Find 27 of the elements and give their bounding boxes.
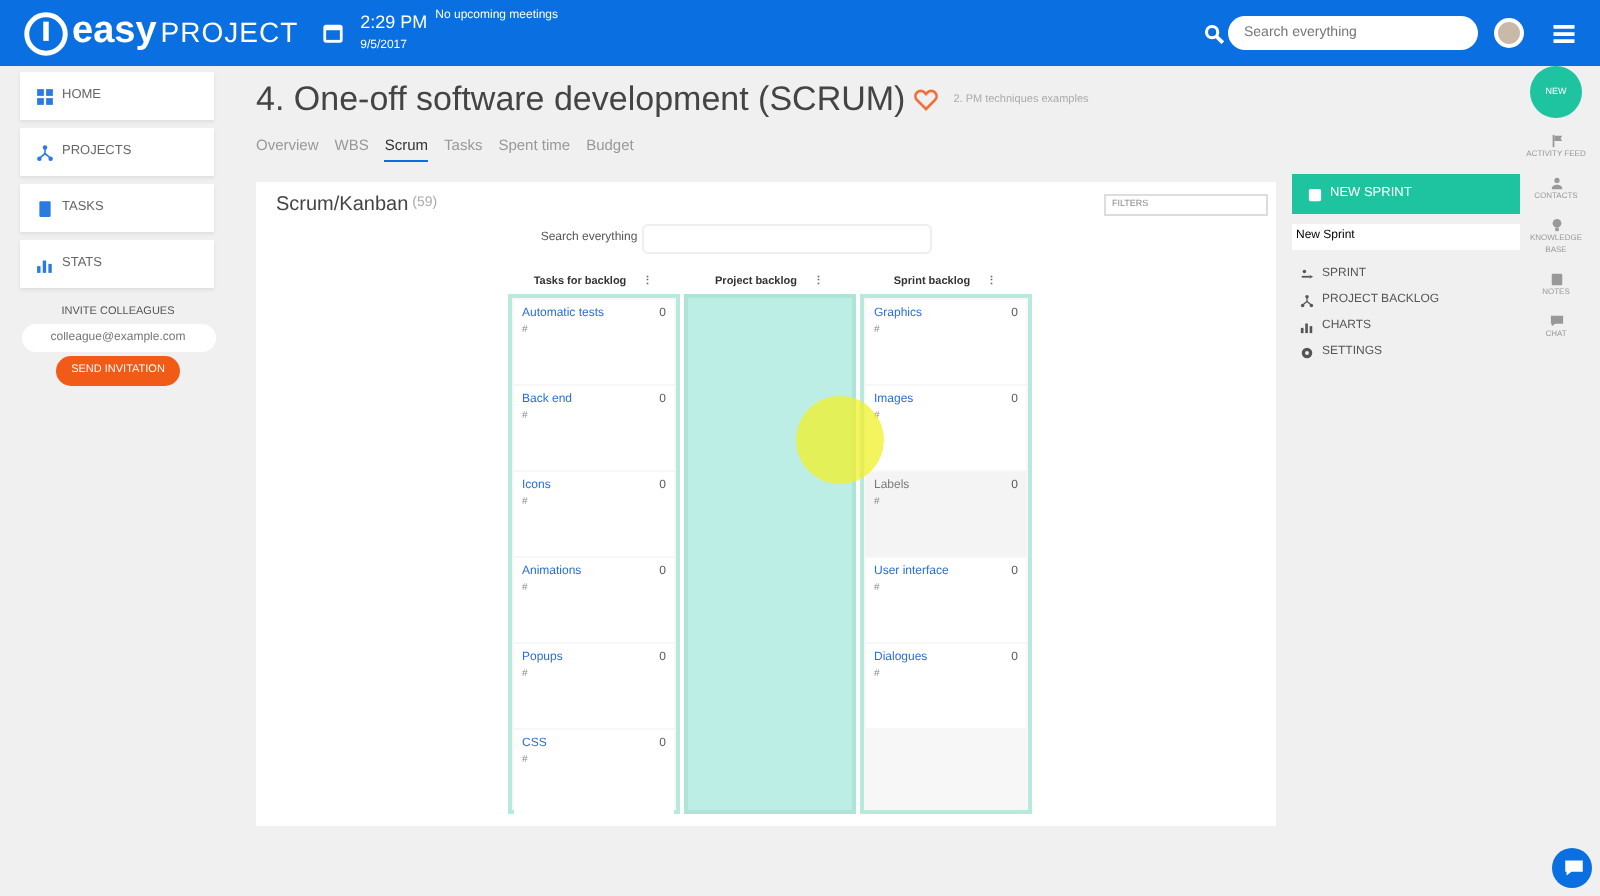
bar-chart-icon bbox=[36, 255, 54, 273]
flag-icon bbox=[1549, 134, 1563, 148]
power-logo-icon bbox=[24, 11, 68, 55]
settings-icon bbox=[1300, 346, 1314, 360]
chat-icon bbox=[1564, 857, 1584, 878]
plus-square-icon bbox=[1308, 187, 1322, 201]
hierarchy-icon bbox=[1300, 294, 1314, 308]
clipboard-icon bbox=[36, 199, 54, 217]
bar-chart-icon bbox=[1300, 320, 1314, 334]
chat-button[interactable] bbox=[1552, 848, 1592, 888]
chat-icon bbox=[1549, 314, 1563, 328]
runner-icon bbox=[1300, 268, 1314, 282]
board-title: Scrum/Kanban bbox=[276, 191, 409, 220]
logo-text: easy bbox=[72, 8, 157, 57]
calendar-icon bbox=[322, 22, 345, 44]
notepad-icon bbox=[1549, 272, 1563, 286]
heart-icon bbox=[913, 87, 938, 112]
grid-icon bbox=[36, 87, 54, 105]
clock-time: 2:29 PM bbox=[360, 10, 428, 37]
lightbulb-icon bbox=[1549, 218, 1563, 232]
avatar[interactable] bbox=[1494, 18, 1524, 48]
project-title: 4. One-off software development (SCRUM) bbox=[256, 78, 906, 122]
person-icon bbox=[1549, 176, 1563, 190]
hierarchy-icon bbox=[36, 143, 54, 161]
logo-text: PROJECT bbox=[160, 14, 299, 52]
search-icon bbox=[1204, 23, 1224, 43]
menu-icon[interactable] bbox=[1552, 21, 1576, 45]
